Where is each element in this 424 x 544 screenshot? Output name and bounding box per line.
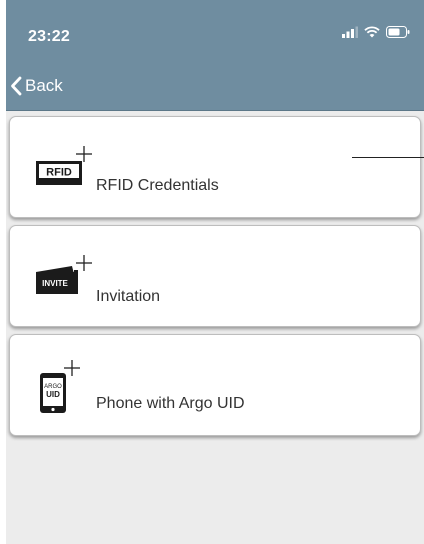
phone-argo-uid-label: Phone with Argo UID bbox=[96, 395, 245, 412]
phone-uid-icon: ARGO UID bbox=[40, 360, 80, 413]
battery-icon bbox=[386, 26, 410, 38]
navigation-bar: Back bbox=[6, 66, 424, 111]
rfid-credentials-option[interactable]: RFID RFID Credentials bbox=[9, 116, 421, 218]
callout-line bbox=[352, 157, 424, 158]
chevron-left-icon bbox=[11, 76, 22, 96]
back-label: Back bbox=[25, 76, 63, 95]
phone-argo-uid-option[interactable]: ARGO UID Phone with Argo UID bbox=[9, 334, 421, 436]
phone-badge-line2: UID bbox=[46, 390, 60, 399]
wifi-icon bbox=[364, 26, 380, 38]
rfid-credentials-label: RFID Credentials bbox=[96, 177, 219, 194]
signal-icon bbox=[342, 26, 358, 38]
plus-icon bbox=[76, 146, 92, 162]
status-bar: 23:22 bbox=[6, 0, 424, 66]
credential-type-list: RFID RFID Credentials INVITE Invitation bbox=[9, 116, 421, 443]
back-button[interactable]: Back bbox=[10, 76, 63, 96]
plus-icon bbox=[76, 255, 92, 271]
plus-icon bbox=[64, 360, 80, 376]
app-screen: 23:22 Back RFID RFID Credentials INVITE … bbox=[6, 0, 424, 544]
status-time: 23:22 bbox=[28, 28, 70, 45]
invite-badge-text: INVITE bbox=[42, 279, 68, 288]
status-icons bbox=[342, 26, 410, 38]
rfid-card-icon: RFID bbox=[36, 146, 92, 185]
invitation-label: Invitation bbox=[96, 288, 161, 305]
invitation-option[interactable]: INVITE Invitation bbox=[9, 225, 421, 327]
rfid-badge-text: RFID bbox=[46, 167, 72, 179]
invite-card-icon: INVITE bbox=[36, 255, 92, 294]
